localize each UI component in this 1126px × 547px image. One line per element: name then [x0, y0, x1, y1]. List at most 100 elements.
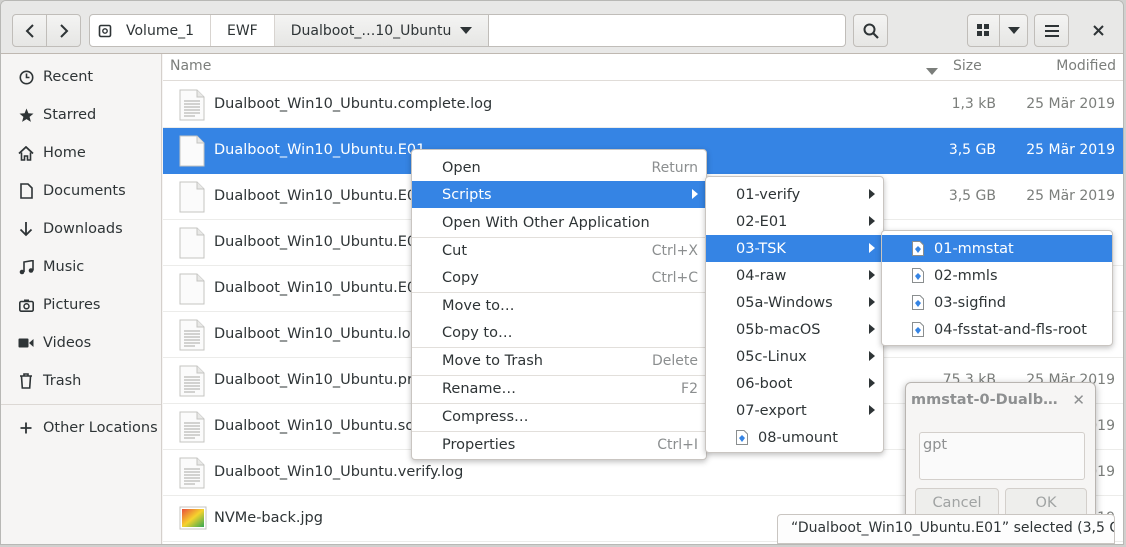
- clock-icon: [17, 70, 35, 85]
- column-name-header[interactable]: Name: [170, 58, 211, 74]
- menu-item-copy-to[interactable]: Copy to…: [412, 319, 706, 346]
- submenu-item-02-e01[interactable]: 02-E01: [706, 208, 883, 235]
- submenu-item-01-mmstat[interactable]: 01-mmstat: [882, 235, 1112, 262]
- menu-item-scripts[interactable]: Scripts: [412, 181, 706, 208]
- menu-item-open[interactable]: Open Return: [412, 154, 706, 181]
- output-dialog: mmstat-0-Dualboot_Win10_Ubuntu.E01 ✕ gpt…: [905, 382, 1096, 522]
- file-name: NVMe-back.jpg: [214, 510, 323, 526]
- menu-item-copy[interactable]: Copy Ctrl+C: [412, 264, 706, 291]
- file-row[interactable]: Dualboot_Win10_Ubuntu.complete.log 1,3 k…: [163, 82, 1123, 128]
- sidebar-item-label: Music: [43, 259, 85, 275]
- menu-item-label: 04-fsstat-and-fls-root: [934, 321, 1087, 338]
- sidebar-divider: [1, 404, 161, 405]
- sidebar-item-starred[interactable]: Starred: [1, 96, 161, 134]
- close-icon[interactable]: ✕: [1072, 391, 1085, 409]
- column-size-header[interactable]: Size: [953, 58, 982, 74]
- path-bar: Volume_1 EWF Dualboot_…10_Ubuntu: [89, 14, 846, 47]
- main-menu-button[interactable]: [1034, 14, 1069, 47]
- hamburger-menu-icon: [1044, 24, 1059, 37]
- forward-button[interactable]: [46, 14, 81, 47]
- script-file-icon: [736, 430, 748, 449]
- sidebar-item-music[interactable]: Music: [1, 248, 161, 286]
- menu-item-label: 01-verify: [736, 186, 801, 203]
- submenu-item-04-fsstat-and-fls-root[interactable]: 04-fsstat-and-fls-root: [882, 316, 1112, 343]
- view-options-button[interactable]: [999, 14, 1028, 47]
- file-manager-window: Volume_1 EWF Dualboot_…10_Ubuntu Recent …: [0, 0, 1124, 545]
- download-icon: [17, 221, 35, 237]
- file-icon: [179, 227, 205, 263]
- file-name: Dualboot_Win10_Ubuntu.sourc: [214, 418, 438, 434]
- sidebar-item-downloads[interactable]: Downloads: [1, 210, 161, 248]
- submenu-item-07-export[interactable]: 07-export: [706, 397, 883, 424]
- path-crumb-volume[interactable]: Volume_1: [90, 15, 211, 46]
- file-modified: 25 Mär 2019: [1026, 142, 1115, 158]
- path-crumb-current[interactable]: Dualboot_…10_Ubuntu: [274, 15, 489, 46]
- file-size: 3,5 GB: [948, 188, 996, 204]
- context-menu: Open Return Scripts Open With Other Appli…: [411, 149, 707, 460]
- menu-item-open-with[interactable]: Open With Other Application: [412, 209, 706, 236]
- file-icon: [179, 181, 205, 217]
- document-icon: [17, 183, 35, 199]
- file-name: Dualboot_Win10_Ubuntu.E03: [214, 234, 426, 250]
- path-crumb-ewf[interactable]: EWF: [211, 15, 275, 46]
- column-modified-header[interactable]: Modified: [1056, 58, 1116, 74]
- sort-chevron-icon[interactable]: [926, 63, 938, 79]
- chevron-down-icon: [1007, 26, 1020, 35]
- dialog-output-text[interactable]: gpt: [919, 432, 1085, 480]
- text-file-icon: [179, 457, 205, 493]
- menu-item-label: Move to Trash: [442, 352, 543, 369]
- sidebar-item-documents[interactable]: Documents: [1, 172, 161, 210]
- file-name: Dualboot_Win10_Ubuntu.E04: [214, 280, 426, 296]
- sidebar-item-pictures[interactable]: Pictures: [1, 286, 161, 324]
- menu-item-label: 05c-Linux: [736, 348, 807, 365]
- script-file-icon: [912, 295, 924, 314]
- path-crumb-label: EWF: [226, 22, 258, 39]
- sidebar-item-other-locations[interactable]: Other Locations: [1, 409, 161, 447]
- menu-item-properties[interactable]: Properties Ctrl+I: [412, 431, 706, 458]
- menu-item-cut[interactable]: Cut Ctrl+X: [412, 237, 706, 264]
- submenu-item-06-boot[interactable]: 06-boot: [706, 370, 883, 397]
- submenu-item-03-tsk[interactable]: 03-TSK: [706, 235, 883, 262]
- back-button[interactable]: [12, 14, 47, 47]
- menu-item-move-to[interactable]: Move to…: [412, 292, 706, 319]
- menu-item-move-to-trash[interactable]: Move to Trash Delete: [412, 347, 706, 374]
- menu-item-label: 06-boot: [736, 375, 793, 392]
- go-forward-icon: [59, 23, 69, 38]
- menu-item-label: Copy to…: [442, 324, 513, 341]
- window-close-button[interactable]: [1081, 14, 1116, 47]
- menu-item-compress[interactable]: Compress…: [412, 403, 706, 430]
- menu-item-label: Rename…: [442, 380, 516, 397]
- menu-item-label: Open With Other Application: [442, 214, 650, 231]
- menu-item-accel: Ctrl+X: [651, 242, 698, 259]
- sidebar-item-recent[interactable]: Recent: [1, 58, 161, 96]
- menu-item-accel: Delete: [652, 352, 698, 369]
- submenu-item-04-raw[interactable]: 04-raw: [706, 262, 883, 289]
- submenu-item-08-umount[interactable]: 08-umount: [706, 424, 883, 451]
- file-icon: [179, 273, 205, 309]
- submenu-item-05c-linux[interactable]: 05c-Linux: [706, 343, 883, 370]
- file-name: Dualboot_Win10_Ubuntu.E02: [214, 188, 426, 204]
- search-button[interactable]: [853, 14, 888, 47]
- submenu-arrow-icon: [692, 189, 698, 199]
- submenu-item-03-sigfind[interactable]: 03-sigfind: [882, 289, 1112, 316]
- menu-item-rename[interactable]: Rename… F2: [412, 375, 706, 402]
- menu-item-label: 01-mmstat: [934, 240, 1014, 257]
- submenu-arrow-icon: [869, 216, 875, 226]
- sidebar-item-label: Downloads: [43, 221, 123, 237]
- submenu-item-01-verify[interactable]: 01-verify: [706, 181, 883, 208]
- menu-item-label: Properties: [442, 436, 516, 453]
- menu-item-label: Cut: [442, 242, 467, 259]
- sidebar-item-trash[interactable]: Trash: [1, 362, 161, 400]
- sidebar-item-home[interactable]: Home: [1, 134, 161, 172]
- home-icon: [17, 145, 35, 161]
- sidebar-item-videos[interactable]: Videos: [1, 324, 161, 362]
- view-mode-button[interactable]: [967, 14, 1000, 47]
- submenu-item-05a-windows[interactable]: 05a-Windows: [706, 289, 883, 316]
- menu-item-accel: Ctrl+I: [657, 436, 698, 453]
- submenu-item-05b-macos[interactable]: 05b-macOS: [706, 316, 883, 343]
- path-crumb-label: Volume_1: [126, 22, 194, 39]
- column-header: Name Size Modified: [163, 54, 1123, 81]
- menu-item-label: Open: [442, 159, 481, 176]
- submenu-item-02-mmls[interactable]: 02-mmls: [882, 262, 1112, 289]
- menu-item-label: 03-sigfind: [934, 294, 1006, 311]
